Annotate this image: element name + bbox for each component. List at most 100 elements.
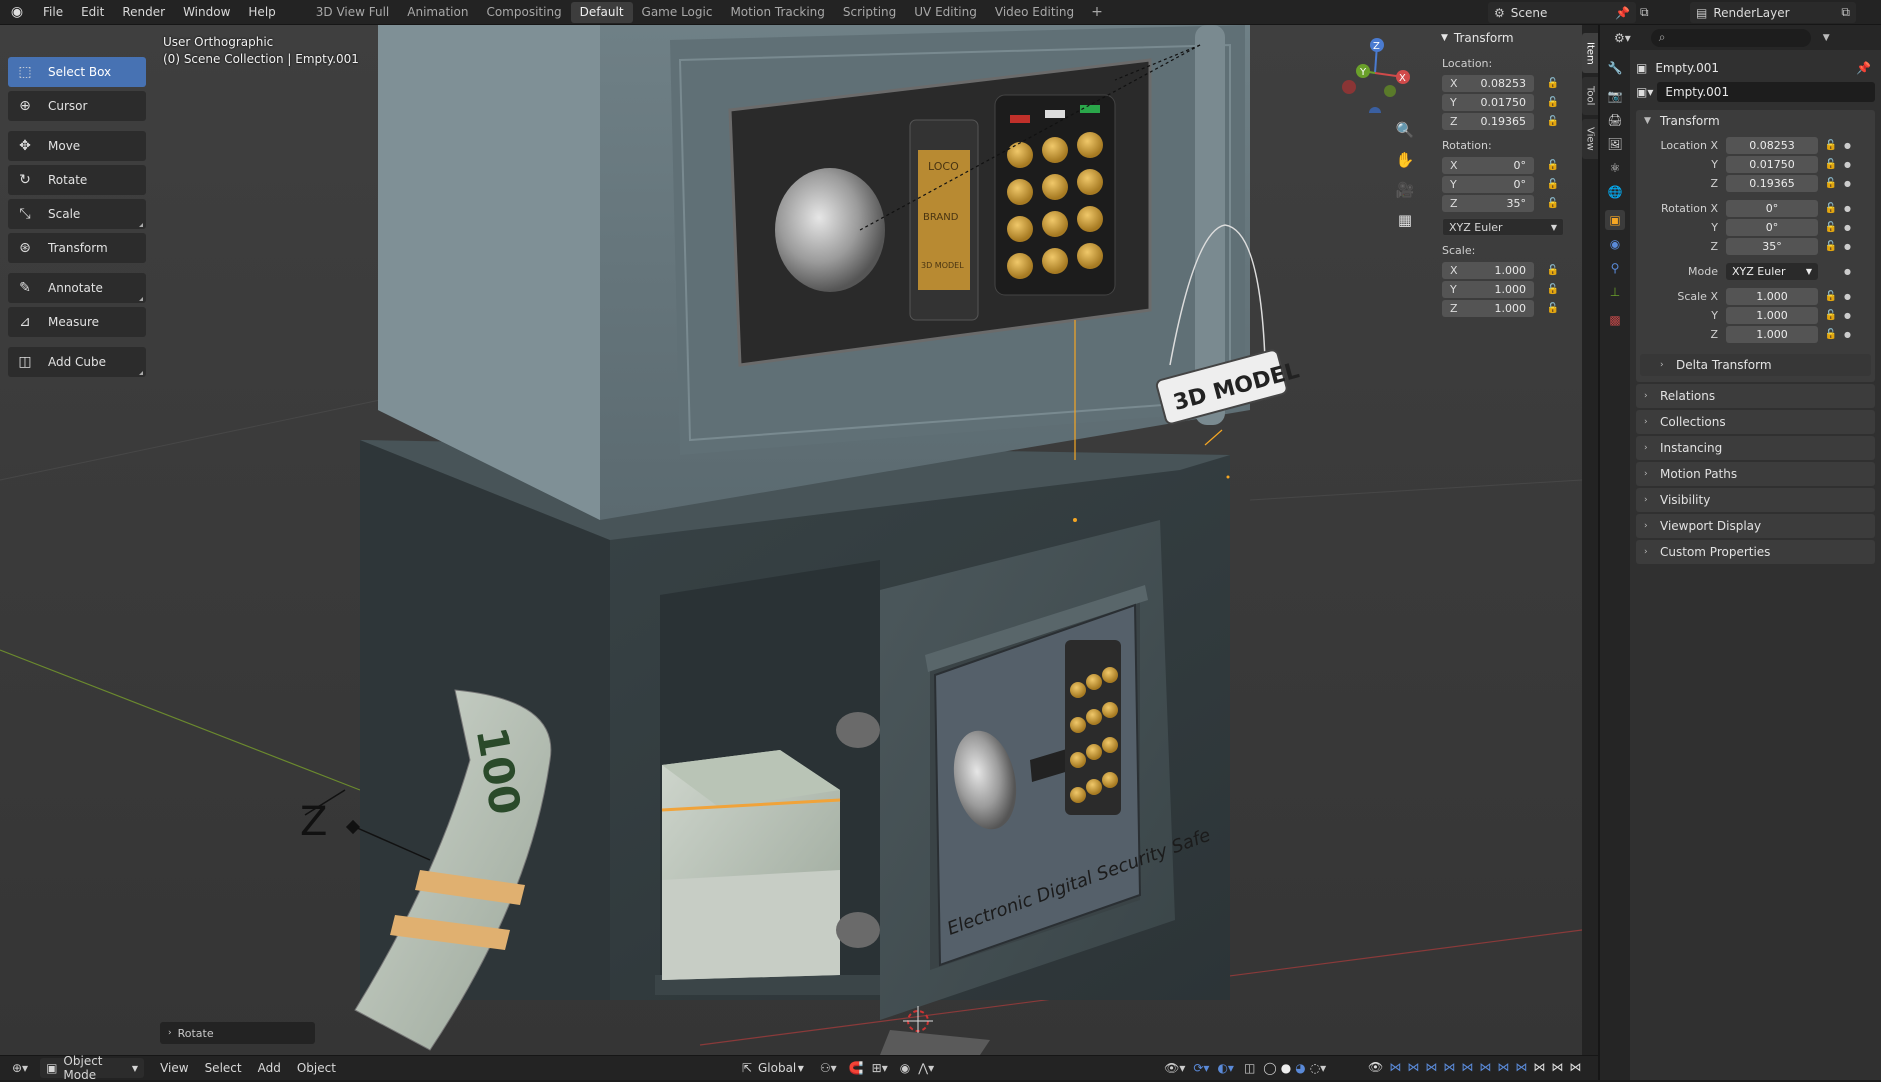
blender-logo-icon[interactable]: ◉ [6,1,28,23]
scale-y-field[interactable]: Y 1.000 [1442,281,1534,298]
tab-motion-tracking[interactable]: Motion Tracking [721,2,833,23]
view-layer-icon[interactable]: 🖼 [1605,134,1625,154]
rotation-x-field[interactable]: X 0° [1442,157,1534,174]
object-name-field[interactable]: Empty.001 [1657,82,1875,102]
section-custom-properties[interactable]: › Custom Properties [1636,540,1875,564]
object-props-icon[interactable]: ▣ [1605,210,1625,230]
tool-transform[interactable]: ⊛ Transform [8,233,146,263]
filter-icon[interactable]: ⋈ [1551,1060,1563,1074]
menu-help[interactable]: Help [239,0,284,25]
lock-icon[interactable]: 🔓 [1824,203,1838,214]
section-relations[interactable]: › Relations [1636,384,1875,408]
tab-scripting[interactable]: Scripting [834,2,905,23]
lock-icon[interactable]: 🔓 [1824,291,1838,302]
tab-default[interactable]: Default [570,1,633,23]
lock-icon[interactable]: 🔓 [1546,115,1560,129]
lock-icon[interactable]: 🔓 [1546,197,1560,211]
keyframe-dot-icon[interactable]: ● [1844,330,1852,339]
lock-icon[interactable]: 🔓 [1824,159,1838,170]
new-scene-icon[interactable]: ⧉ [1640,2,1650,23]
mode-select[interactable]: XYZ Euler ▼ [1726,263,1818,280]
lock-icon[interactable]: 🔓 [1546,178,1560,192]
tab-uv-editing[interactable]: UV Editing [905,2,986,23]
lock-icon[interactable]: 🔓 [1824,178,1838,189]
lock-icon[interactable]: 🔓 [1546,77,1560,91]
world-props-icon[interactable]: 🌐 [1605,182,1625,202]
pan-hand-icon[interactable]: ✋ [1392,147,1418,173]
tool-scale[interactable]: ⤡ Scale [8,199,146,229]
constraint-props-icon[interactable]: ⚲ [1605,258,1625,278]
editor-type-icon[interactable]: ⚙▾ [1614,31,1631,45]
location-z-field[interactable]: Z 0.19365 [1442,113,1534,130]
tool-props-icon[interactable]: 🔧 [1605,58,1625,78]
eye-icon[interactable]: 👁 [1368,1060,1383,1074]
rotation-y-field[interactable]: Y 0° [1442,176,1534,193]
section-viewport-display[interactable]: › Viewport Display [1636,514,1875,538]
render-layer-selector[interactable]: ▤ RenderLayer ⧉ [1690,2,1856,23]
filter-icon[interactable]: ⋈ [1479,1060,1491,1074]
transform-header[interactable]: ▼ Transform [1636,110,1875,132]
add-workspace-button[interactable]: + [1083,4,1111,20]
keyframe-dot-icon[interactable]: ● [1844,267,1852,276]
3d-viewport[interactable]: Electronic Digital Security Safe LOCO BR… [0,25,1582,1055]
filter-icon[interactable]: ⋈ [1533,1060,1545,1074]
filter-icon[interactable]: ⋈ [1569,1060,1581,1074]
section-collections[interactable]: › Collections [1636,410,1875,434]
output-props-icon[interactable]: 🖨 [1605,110,1625,130]
snap-icon[interactable]: 🧲 [849,1061,864,1075]
xray-icon[interactable]: ◫ [1244,1061,1255,1075]
navigation-gizmo[interactable]: Z X Y [1335,33,1415,113]
tab-compositing[interactable]: Compositing [477,2,570,23]
texture-props-icon[interactable]: ▩ [1605,310,1625,330]
scale-x-field[interactable]: X 1.000 [1442,262,1534,279]
object-icon[interactable]: ▣▾ [1636,85,1653,99]
proportional-edit-icon[interactable]: ◉ [900,1061,910,1075]
n-panel-header[interactable]: ▼ Transform [1435,27,1574,49]
lock-icon[interactable]: 🔓 [1824,241,1838,252]
menu-render[interactable]: Render [113,0,174,25]
menu-add[interactable]: Add [250,1061,289,1075]
lock-icon[interactable]: 🔓 [1546,159,1560,173]
lock-icon[interactable]: 🔓 [1546,96,1560,110]
location-y-field[interactable]: Y 0.01750 [1442,94,1534,111]
material-shading-icon[interactable]: ◕ [1295,1061,1305,1075]
tool-measure[interactable]: ⊿ Measure [8,307,146,337]
keyframe-dot-icon[interactable]: ● [1844,311,1852,320]
wireframe-shading-icon[interactable]: ◯ [1263,1061,1276,1075]
tab-game-logic[interactable]: Game Logic [633,2,722,23]
menu-object[interactable]: Object [289,1061,344,1075]
physics-props-icon[interactable]: ◉ [1605,234,1625,254]
editor-type-icon[interactable]: ⊕▾ [12,1061,28,1075]
filter-icon[interactable]: ⋈ [1497,1060,1509,1074]
location-x-field[interactable]: X 0.08253 [1442,75,1534,92]
filter-icon[interactable]: ⋈ [1389,1060,1401,1074]
keyframe-dot-icon[interactable]: ● [1844,292,1852,301]
camera-icon[interactable]: 🎥 [1392,177,1418,203]
lock-icon[interactable]: 🔓 [1546,302,1560,316]
keyframe-dot-icon[interactable]: ● [1844,204,1852,213]
pivot-icon[interactable]: ⚇▾ [820,1061,837,1075]
lock-icon[interactable]: 🔓 [1824,310,1838,321]
render-props-icon[interactable]: 📷 [1605,86,1625,106]
section-instancing[interactable]: › Instancing [1636,436,1875,460]
falloff-icon[interactable]: ⋀▾ [918,1061,934,1075]
keyframe-dot-icon[interactable]: ● [1844,160,1852,169]
scene-props-icon[interactable]: ⚛ [1605,158,1625,178]
rotation-mode-select[interactable]: XYZ Euler ▼ [1442,218,1564,236]
keyframe-dot-icon[interactable]: ● [1844,179,1852,188]
tab-item[interactable]: Item [1582,33,1598,73]
object-data-icon[interactable]: ⊥ [1605,282,1625,302]
keyframe-dot-icon[interactable]: ● [1844,223,1852,232]
last-operator-panel[interactable]: › Rotate [160,1022,315,1044]
tab-tool[interactable]: Tool [1582,77,1598,115]
tab-video-editing[interactable]: Video Editing [986,2,1083,23]
menu-window[interactable]: Window [174,0,239,25]
tab-view[interactable]: View [1582,119,1598,159]
pin-icon[interactable]: 📌 [1856,61,1871,75]
properties-search[interactable]: ⌕ [1650,28,1811,47]
lock-icon[interactable]: 🔓 [1546,283,1560,297]
snap-target-icon[interactable]: ⊞▾ [872,1061,888,1075]
tool-cursor[interactable]: ⊕ Cursor [8,91,146,121]
tab-3d-view-full[interactable]: 3D View Full [307,2,399,23]
menu-edit[interactable]: Edit [72,0,113,25]
